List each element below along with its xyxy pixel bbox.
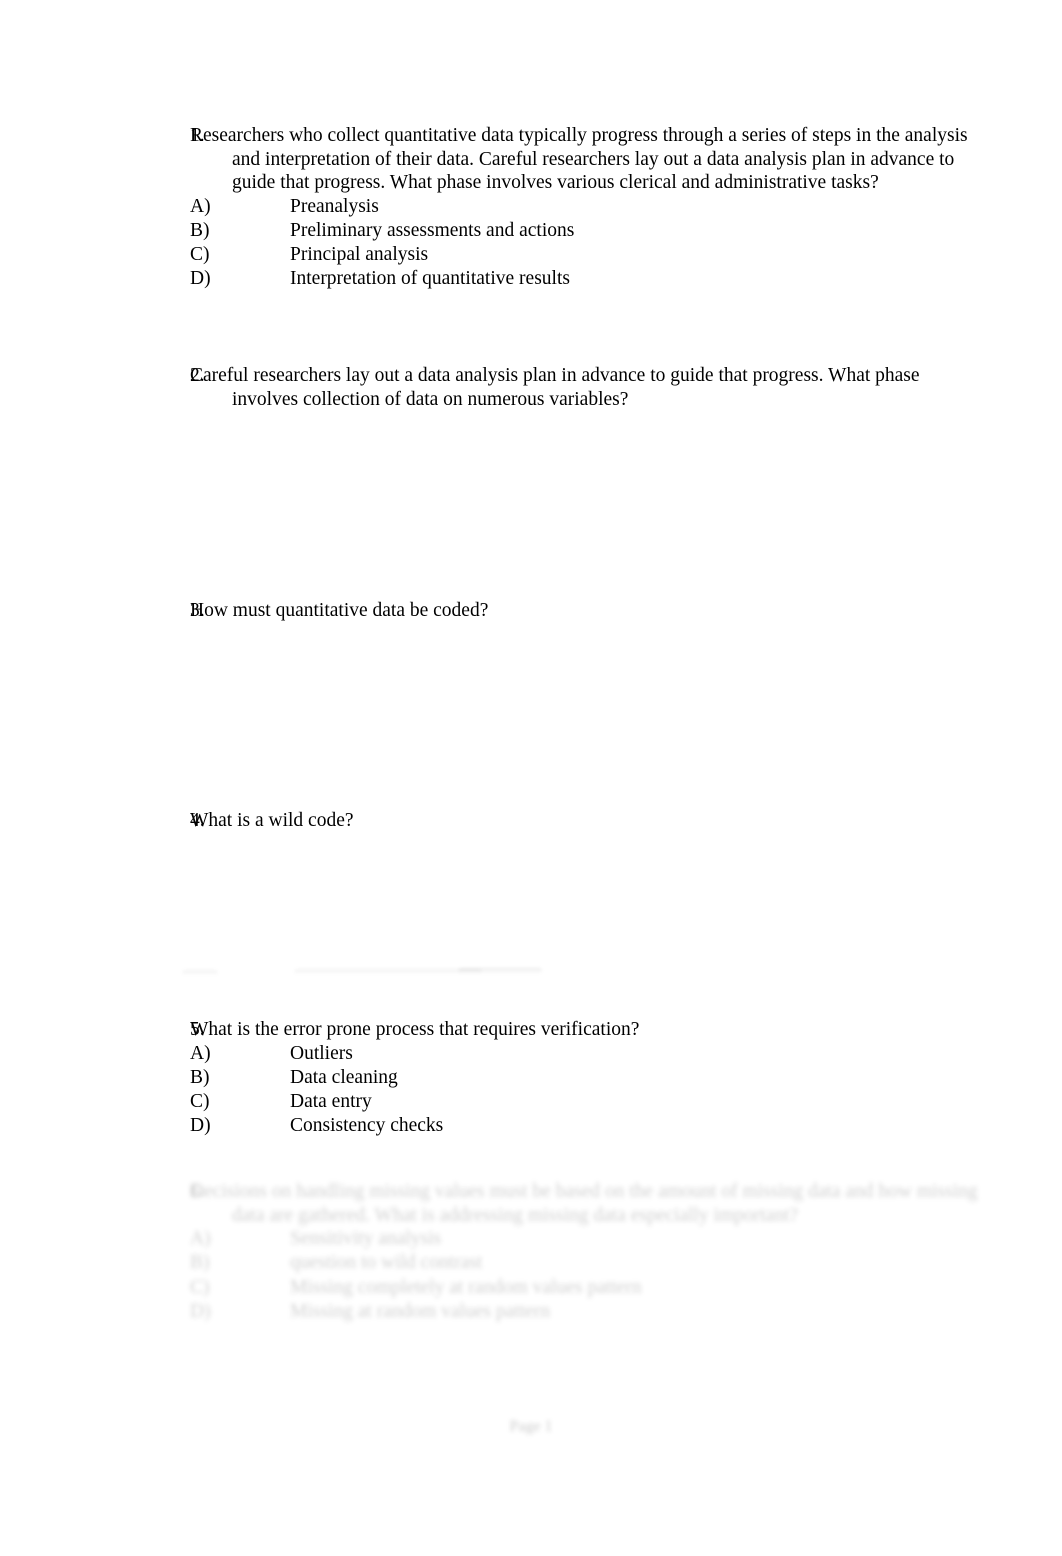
option-text-6b: question to wild contrast: [290, 1252, 483, 1274]
option-text-6d: Missing at random values pattern: [290, 1300, 550, 1322]
question-stem-3: 3. How must quantitative data be coded?: [190, 600, 489, 621]
option-letter-5a: A): [190, 1042, 211, 1064]
option-letter-1b: B): [190, 219, 210, 241]
option-row-6a: A) Sensitivity analysis: [190, 1227, 982, 1251]
question-block-1: 1. Researchers who collect quantitative d…: [190, 124, 982, 292]
option-row-5c[interactable]: C) Data entry: [190, 1090, 982, 1114]
options-list-6: A) Sensitivity analysis B) question to w…: [190, 1227, 982, 1324]
question-block-4: 4. What is a wild code?: [190, 809, 982, 833]
option-row-6d: D) Missing at random values pattern: [190, 1300, 982, 1324]
question-text-2: Careful researchers lay out a data analy…: [190, 365, 920, 410]
question-block-2: 2. Careful researchers lay out a data ana…: [190, 364, 982, 411]
question-stem-6: 6. Decisions on handling missing values m…: [190, 1180, 982, 1227]
question-text-4: What is a wild code?: [190, 810, 354, 831]
question-text-3: How must quantitative data be coded?: [190, 600, 489, 621]
options-list-5: A) Outliers B) Data cleaning C) Data ent…: [190, 1042, 982, 1139]
option-row-5b[interactable]: B) Data cleaning: [190, 1066, 982, 1090]
option-letter-6c: C): [190, 1276, 210, 1298]
smudge-mark-left: [182, 970, 218, 976]
option-text-1d: Interpretation of quantitative results: [290, 268, 570, 290]
page-footer: Page 1: [509, 1418, 553, 1435]
option-row-6c: C) Missing completely at random values p…: [190, 1276, 982, 1300]
option-text-1a: Preanalysis: [290, 195, 379, 217]
option-letter-1d: D): [190, 268, 211, 290]
option-row-1d[interactable]: D) Interpretation of quantitative result…: [190, 267, 982, 291]
question-text-6: Decisions on handling missing values mus…: [190, 1181, 978, 1226]
document-page: 1. Researchers who collect quantitative d…: [0, 0, 1062, 1556]
question-block-6-faded: 6. Decisions on handling missing values m…: [190, 1180, 982, 1324]
option-row-1a[interactable]: A) Preanalysis: [190, 195, 982, 219]
option-letter-1a: A): [190, 195, 211, 217]
option-letter-5c: C): [190, 1091, 210, 1112]
question-block-5: 5. What is the error prone process that r…: [190, 1018, 982, 1138]
smudge-mark-middle: [294, 969, 482, 975]
option-text-5d: Consistency checks: [290, 1115, 444, 1137]
option-text-1c: Principal analysis: [290, 244, 429, 266]
option-letter-5b: B): [190, 1066, 210, 1088]
option-text-5c: Data entry: [290, 1091, 372, 1112]
option-text-5a: Outliers: [290, 1042, 353, 1064]
question-stem-5: 5. What is the error prone process that r…: [190, 1019, 640, 1040]
option-letter-6a: A): [190, 1228, 211, 1250]
option-text-6c: Missing completely at random values patt…: [290, 1276, 642, 1298]
question-stem-1: 1. Researchers who collect quantitative d…: [190, 124, 982, 195]
option-letter-6b: B): [190, 1252, 210, 1274]
question-text-1: Researchers who collect quantitative dat…: [190, 125, 968, 194]
erased-text-smudge: [182, 962, 542, 984]
option-letter-1c: C): [190, 244, 210, 266]
option-text-5b: Data cleaning: [290, 1066, 398, 1088]
option-letter-6d: D): [190, 1300, 211, 1322]
option-row-6b: B) question to wild contrast: [190, 1251, 982, 1275]
question-text-5: What is the error prone process that req…: [190, 1019, 640, 1040]
option-row-1c[interactable]: C) Principal analysis: [190, 243, 982, 267]
option-row-5d[interactable]: D) Consistency checks: [190, 1114, 982, 1138]
option-text-6a: Sensitivity analysis: [290, 1228, 442, 1250]
option-letter-5d: D): [190, 1115, 211, 1137]
question-block-3: 3. How must quantitative data be coded?: [190, 599, 982, 623]
option-row-1b[interactable]: B) Preliminary assessments and actions: [190, 219, 982, 243]
option-row-5a[interactable]: A) Outliers: [190, 1042, 982, 1066]
options-list-1: A) Preanalysis B) Preliminary assessment…: [190, 195, 982, 292]
smudge-mark-right: [458, 968, 542, 974]
question-stem-4: 4. What is a wild code?: [190, 810, 354, 831]
question-stem-2: 2. Careful researchers lay out a data ana…: [190, 364, 982, 411]
option-text-1b: Preliminary assessments and actions: [290, 219, 575, 241]
